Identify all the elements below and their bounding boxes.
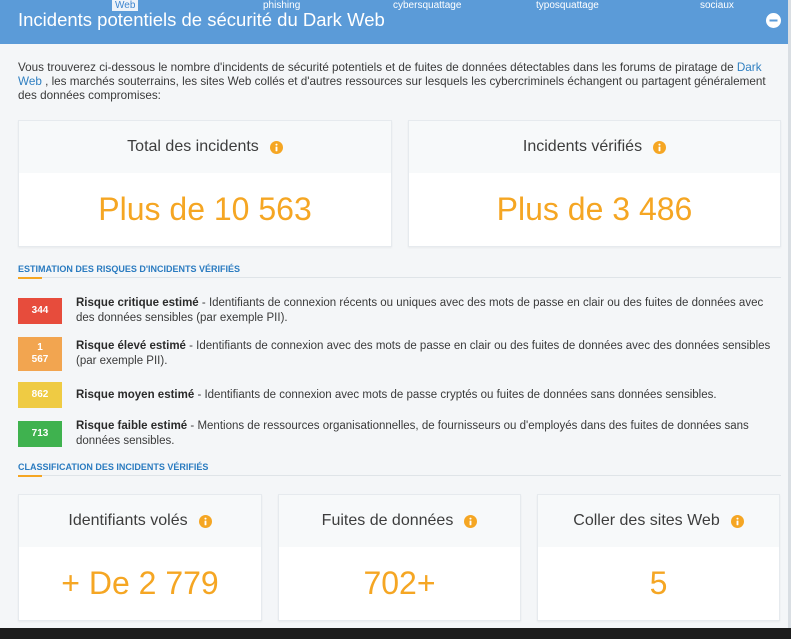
risk-count-badge: 862 bbox=[18, 382, 62, 408]
risk-row-high: 1 567 Risque élevé estimé - Identifiants… bbox=[18, 337, 780, 371]
dark-web-panel: Incidents potentiels de sécurité du Dark… bbox=[0, 0, 788, 628]
risk-count-badge: 713 bbox=[18, 421, 62, 447]
intro-text-after: , les marchés souterrains, les sites Web… bbox=[18, 75, 766, 102]
info-icon[interactable] bbox=[269, 140, 283, 154]
card-value: 702+ bbox=[363, 565, 436, 601]
risk-count-badge: 1 567 bbox=[18, 337, 62, 371]
tab-typosquattage[interactable]: typosquattage bbox=[536, 0, 599, 11]
stolen-credentials-card: Identifiants volés + De 2 779 bbox=[18, 494, 262, 621]
risk-count: 1 567 bbox=[31, 342, 49, 365]
info-icon[interactable] bbox=[198, 514, 212, 528]
card-label: Fuites de données bbox=[321, 512, 454, 529]
card-header: Incidents vérifiés bbox=[409, 121, 780, 173]
info-icon[interactable] bbox=[653, 140, 667, 154]
risk-count-badge: 344 bbox=[18, 298, 62, 324]
risk-description: Risque élevé estimé - Identifiants de co… bbox=[76, 339, 776, 369]
section-title: CLASSIFICATION DES INCIDENTS VÉRIFIÉS bbox=[18, 462, 209, 472]
risk-row-medium: 862 Risque moyen estimé - Identifiants d… bbox=[18, 382, 780, 408]
card-value: Plus de 3 486 bbox=[496, 191, 693, 227]
risk-row-critical: 344 Risque critique estimé - Identifiant… bbox=[18, 296, 780, 326]
card-label: Identifiants volés bbox=[68, 512, 188, 529]
card-value: 5 bbox=[649, 565, 668, 601]
data-leaks-card: Fuites de données 702+ bbox=[278, 494, 521, 621]
risk-description: Risque faible estimé - Mentions de resso… bbox=[76, 419, 776, 449]
card-header: Total des incidents bbox=[19, 121, 391, 173]
risk-count: 713 bbox=[31, 428, 49, 439]
tab-cybersquattage[interactable]: cybersquattage bbox=[393, 0, 461, 11]
panel-title: Incidents potentiels de sécurité du Dark… bbox=[18, 9, 385, 30]
risk-count: 862 bbox=[31, 389, 49, 400]
card-header: Coller des sites Web bbox=[538, 495, 779, 547]
card-header: Fuites de données bbox=[279, 495, 520, 547]
card-value: Plus de 10 563 bbox=[98, 191, 312, 227]
risk-description: Risque critique estimé - Identifiants de… bbox=[76, 296, 776, 326]
tab-phishing[interactable]: phishing bbox=[263, 0, 300, 11]
info-icon[interactable] bbox=[730, 514, 744, 528]
card-label: Incidents vérifiés bbox=[522, 138, 643, 155]
risk-count: 344 bbox=[31, 305, 49, 316]
card-header: Identifiants volés bbox=[19, 495, 261, 547]
card-label: Total des incidents bbox=[127, 138, 259, 155]
card-label: Coller des sites Web bbox=[573, 512, 720, 529]
tab-web[interactable]: Web bbox=[112, 0, 139, 11]
intro-text-before: Vous trouverez ci-dessous le nombre d'in… bbox=[18, 61, 737, 74]
info-icon[interactable] bbox=[464, 514, 478, 528]
risk-description: Risque moyen estimé - Identifiants de co… bbox=[76, 388, 776, 403]
classification-section-heading: CLASSIFICATION DES INCIDENTS VÉRIFIÉS bbox=[18, 459, 781, 477]
section-title: ESTIMATION DES RISQUES D'INCIDENTS VÉRIF… bbox=[18, 264, 240, 274]
risk-level: Risque moyen estimé bbox=[76, 388, 195, 401]
risk-detail: - Identifiants de connexion avec mots de… bbox=[197, 388, 717, 401]
intro-text: Vous trouverez ci-dessous le nombre d'in… bbox=[18, 61, 780, 103]
risk-level: Risque élevé estimé bbox=[76, 340, 186, 352]
risk-section-heading: ESTIMATION DES RISQUES D'INCIDENTS VÉRIF… bbox=[18, 261, 781, 279]
risk-level: Risque critique estimé bbox=[76, 297, 199, 309]
risk-list: 344 Risque critique estimé - Identifiant… bbox=[18, 296, 780, 449]
verified-incidents-card: Incidents vérifiés Plus de 3 486 bbox=[408, 120, 781, 247]
card-value: + De 2 779 bbox=[61, 565, 219, 601]
tab-sociaux[interactable]: sociaux bbox=[700, 0, 734, 11]
minus-circle-icon[interactable] bbox=[766, 13, 781, 28]
risk-level: Risque faible estimé bbox=[76, 420, 188, 432]
panel-header: Incidents potentiels de sécurité du Dark… bbox=[0, 0, 788, 44]
risk-row-low: 713 Risque faible estimé - Mentions de r… bbox=[18, 419, 780, 449]
bottom-bar bbox=[0, 628, 791, 639]
total-incidents-card: Total des incidents Plus de 10 563 bbox=[18, 120, 392, 247]
paste-sites-card: Coller des sites Web 5 bbox=[537, 494, 780, 621]
